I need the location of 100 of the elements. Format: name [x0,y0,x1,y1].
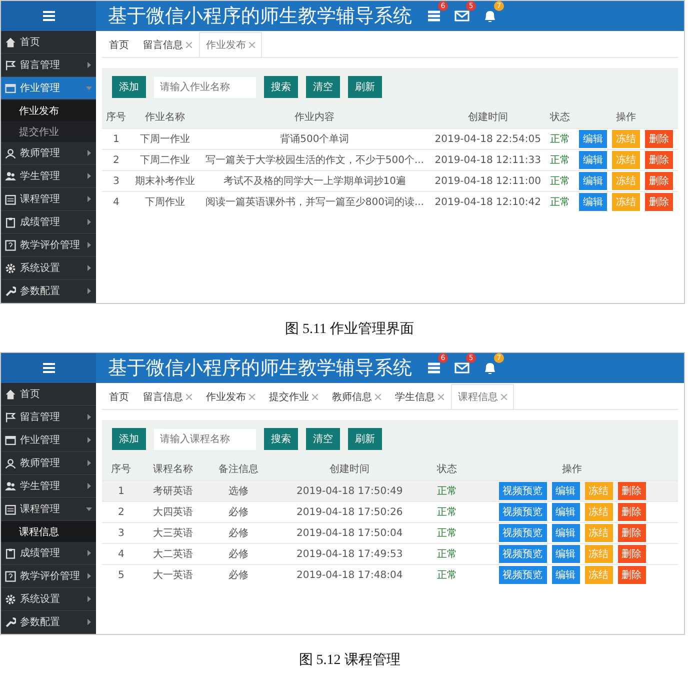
caret-right-icon [86,619,92,625]
table-cell: 2 [102,502,140,522]
table-cell: 背诵500个单词 [200,128,430,150]
toolbar-button[interactable]: 搜索 [264,428,298,450]
sidebar-item[interactable]: 课程管理 [1,188,96,211]
mail-icon[interactable] [454,360,470,376]
sidebar-item[interactable]: 教学评价管理 [1,565,96,588]
flag-icon [5,412,16,422]
figure-caption: 图 5.12 课程管理 [298,652,400,669]
tab[interactable]: 首页 [102,32,136,57]
tab[interactable]: 留言信息 [136,32,199,57]
status-cell: 正常 [546,128,574,150]
sidebar-item[interactable]: 系统设置 [1,257,96,280]
search-field[interactable]: 请输入作业名称 [154,76,256,98]
tab[interactable]: 作业发布 [199,32,262,57]
action-button[interactable]: 删除 [618,545,646,563]
action-button[interactable]: 编辑 [552,545,580,563]
toolbar-button[interactable]: 刷新 [348,428,382,450]
action-button[interactable]: 视频预览 [498,545,546,563]
sidebar-item[interactable]: 教师管理 [1,142,96,165]
caret-right-icon [86,288,92,294]
list-icon[interactable] [426,360,442,376]
table-cell: 下周二作业 [130,150,200,170]
sidebar-item[interactable]: 参数配置 [1,611,96,634]
caret-right-icon [86,550,92,556]
table-cell: 5 [102,564,140,585]
action-button[interactable]: 视频预览 [498,566,546,584]
tab[interactable]: 首页 [102,384,136,409]
add-button[interactable]: 添加 [112,428,146,450]
bell-icon[interactable] [482,360,498,376]
sidebar-item[interactable]: 教学评价管理 [1,234,96,257]
sidebar-item[interactable]: 学生管理 [1,165,96,188]
people-icon [5,170,16,182]
search-field[interactable]: 请输入课程名称 [154,428,256,450]
submenu-item[interactable]: 作业发布 [1,100,96,121]
sidebar-item[interactable]: 成绩管理 [1,542,96,565]
tab[interactable]: 提交作业 [262,384,325,409]
action-button[interactable]: 删除 [645,172,674,190]
action-button[interactable]: 编辑 [552,566,580,584]
sidebar-item[interactable]: 成绩管理 [1,211,96,234]
sidebar-item[interactable]: 参数配置 [1,280,96,303]
tab[interactable]: 教师信息 [325,384,388,409]
sidebar-item[interactable]: 作业管理 [1,77,96,100]
sidebar-item[interactable]: 首页 [1,383,96,406]
submenu-item[interactable]: 课程信息 [1,521,96,542]
tab[interactable]: 课程信息 [451,384,514,409]
table-cell: 大二英语 [140,544,206,564]
action-button[interactable]: 删除 [645,151,674,169]
person-icon [5,458,16,468]
bell-icon[interactable] [482,8,498,24]
sidebar-item[interactable]: 教师管理 [1,452,96,475]
toolbar-button[interactable]: 清空 [306,76,340,98]
toolbar-button[interactable]: 清空 [306,428,340,450]
action-button[interactable]: 编辑 [552,503,580,521]
action-button[interactable]: 编辑 [579,130,608,148]
status-cell: 正常 [546,192,574,212]
action-button[interactable]: 删除 [618,482,646,500]
action-button[interactable]: 编辑 [552,524,580,542]
tab[interactable]: 留言信息 [136,384,199,409]
sidebar-item[interactable]: 首页 [1,31,96,54]
sidebar-item[interactable]: 学生管理 [1,475,96,498]
column-header: 课程名称 [140,458,206,480]
action-button[interactable]: 删除 [618,524,646,542]
action-button[interactable]: 编辑 [579,193,608,211]
action-button[interactable]: 编辑 [579,151,608,169]
column-header: 序号 [102,458,140,480]
sidebar-item[interactable]: 留言管理 [1,406,96,429]
tab[interactable]: 学生信息 [388,384,451,409]
table-cell: 2019-04-18 17:48:04 [272,564,428,585]
list-icon[interactable] [426,8,442,24]
action-button[interactable]: 删除 [618,566,646,584]
action-button[interactable]: 编辑 [579,172,608,190]
tab[interactable]: 作业发布 [199,384,262,409]
action-button[interactable]: 视频预览 [498,524,546,542]
action-button[interactable]: 删除 [618,503,646,521]
add-button[interactable]: 添加 [112,76,146,98]
table-cell: 2 [102,150,130,170]
action-button[interactable]: 编辑 [552,482,580,500]
action-button[interactable]: 删除 [645,193,674,211]
menu-icon[interactable] [42,363,54,373]
table-cell: 2019-04-18 17:50:49 [272,480,428,502]
table-cell: 3 [102,170,130,192]
action-button[interactable]: 删除 [645,130,674,148]
action-button[interactable]: 视频预览 [498,503,546,521]
toolbar-button[interactable]: 刷新 [348,76,382,98]
action-button[interactable]: 视频预览 [498,482,546,500]
column-header: 创建时间 [272,458,428,480]
submenu-item[interactable]: 提交作业 [1,121,96,142]
sidebar-item[interactable]: 系统设置 [1,588,96,611]
caret-down-icon [86,506,92,512]
menu-icon[interactable] [42,11,54,21]
mail-icon[interactable] [454,8,470,24]
caret-right-icon [86,173,92,179]
table-cell: 2019-04-18 17:50:04 [272,522,428,544]
sidebar-item[interactable]: 作业管理 [1,429,96,452]
toolbar-button[interactable]: 搜索 [264,76,298,98]
table-cell: 2019-04-18 12:11:00 [430,170,546,192]
column-header: 状态 [428,458,466,480]
people-icon [5,480,16,492]
figure-caption: 图 5.11 作业管理界面 [285,320,414,338]
